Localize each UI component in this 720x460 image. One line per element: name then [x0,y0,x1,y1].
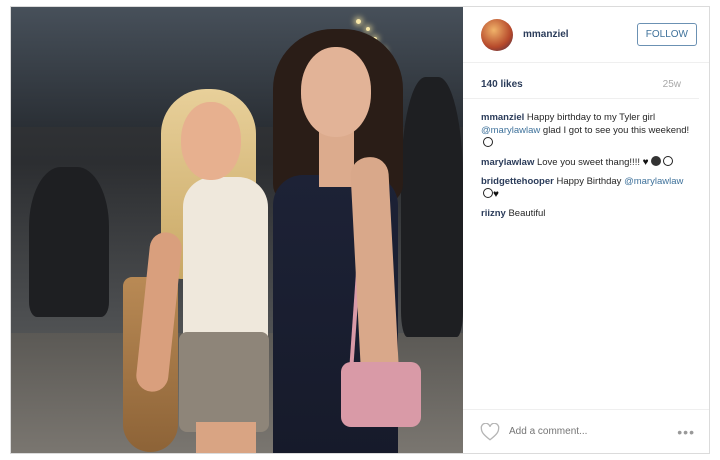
comment-text: Happy Birthday [553,176,625,187]
comment: marylawlaw Love you sweet thang!!!! ♥ [481,156,695,169]
post-author-username[interactable]: mmanziel [523,29,637,40]
comment: bridgettehooper Happy Birthday @marylawl… [481,175,695,201]
black-heart-emoji-icon: ♥ [493,189,499,200]
face [301,47,371,137]
likes-count[interactable]: 140 likes [481,79,523,90]
white-top [183,177,268,352]
wink-emoji-icon [662,156,673,166]
string-light [356,19,361,24]
post-sidebar: mmanziel FOLLOW 140 likes 25w mmanziel H… [463,7,709,453]
post-photo[interactable] [11,7,463,453]
mention-link[interactable]: @marylawlaw [481,125,540,136]
post-timestamp[interactable]: 25w [663,79,681,90]
post-meta: 140 likes 25w [463,63,699,99]
string-light [366,27,370,31]
caption: mmanziel Happy birthday to my Tyler girl… [481,111,695,150]
add-comment-input[interactable] [509,426,678,437]
comment-username[interactable]: mmanziel [481,112,524,123]
grey-skirt [179,332,269,432]
comment-text: Happy birthday to my Tyler girl [524,112,656,123]
comment-text: glad I got to see you this weekend! [540,125,690,136]
pink-bag [341,362,421,427]
post-header: mmanziel FOLLOW [463,7,709,63]
comment-text: Love you sweet thang!!!! [534,157,640,168]
background-person [29,167,109,317]
comment-username[interactable]: marylawlaw [481,157,534,168]
avatar[interactable] [481,18,513,51]
comment-footer: ••• [463,409,709,453]
heart-outline-icon[interactable] [479,422,501,442]
wink-emoji-icon [483,137,493,147]
comment: riizny Beautiful [481,207,695,220]
background-person [401,77,463,337]
comment-username[interactable]: riizny [481,208,506,219]
face-emoji-icon [650,156,661,166]
follow-button[interactable]: FOLLOW [636,23,697,46]
wink-emoji-icon [483,188,493,198]
comment-username[interactable]: bridgettehooper [481,176,554,187]
mention-link[interactable]: @marylawlaw [624,176,683,187]
black-heart-emoji-icon: ♥ [642,157,649,168]
legs [196,422,256,453]
comment-text: Beautiful [505,208,546,219]
more-options-icon[interactable]: ••• [677,424,695,440]
instagram-post: mmanziel FOLLOW 140 likes 25w mmanziel H… [10,6,710,454]
face [181,102,241,180]
comments-list: mmanziel Happy birthday to my Tyler girl… [463,99,709,409]
